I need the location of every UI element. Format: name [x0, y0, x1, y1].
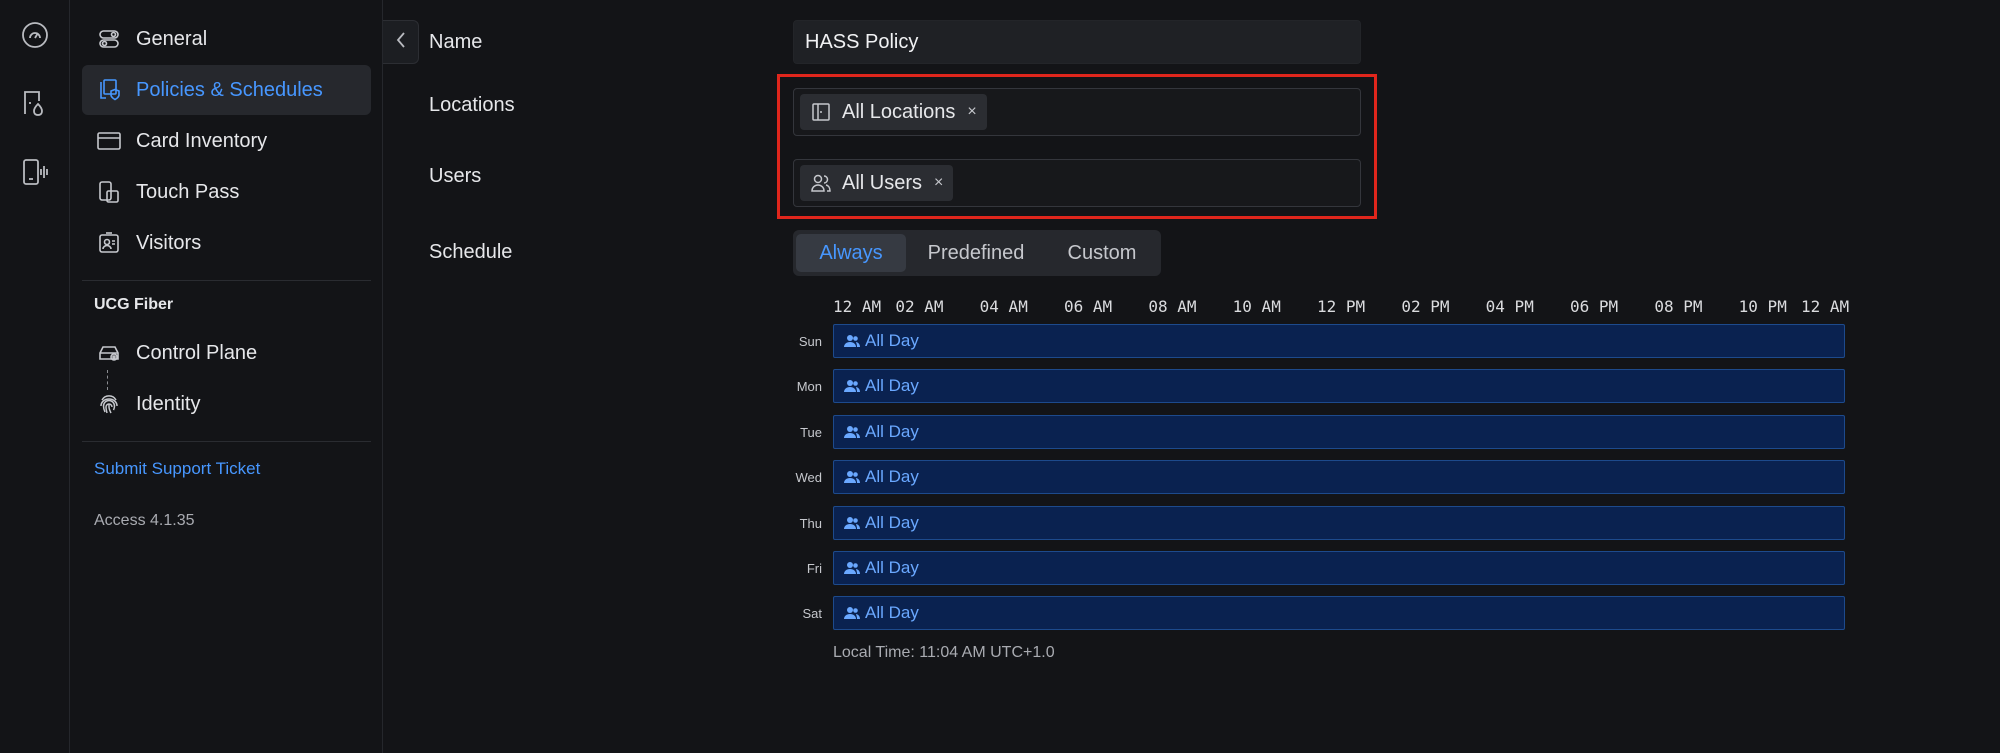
sidebar-item-visitors[interactable]: Visitors: [82, 218, 371, 268]
app-version: Access 4.1.35: [94, 512, 195, 529]
door-icon: [810, 101, 832, 123]
app-rail: [0, 0, 70, 753]
sidebar-item-general[interactable]: General: [82, 14, 371, 64]
schedule-bar-label: All Day: [865, 376, 919, 396]
schedule-bar-label: All Day: [865, 603, 919, 623]
sidebar-item-label: Identity: [136, 392, 201, 415]
users-icon: [810, 172, 832, 194]
remove-location-icon[interactable]: ×: [967, 103, 976, 121]
location-chip-label: All Locations: [842, 100, 956, 123]
schedule-bar-label: All Day: [865, 512, 919, 532]
sidebar-item-label: Card Inventory: [136, 129, 268, 152]
time-tick-label: 12 PM: [1317, 297, 1366, 316]
sidebar-item-label: Visitors: [136, 231, 202, 254]
router-icon: [96, 340, 122, 366]
phone-card-icon: [96, 179, 122, 205]
schedule-bar-wed[interactable]: All Day: [833, 460, 1845, 495]
sidebar-item-label: Touch Pass: [136, 180, 240, 203]
sidebar-item-identity[interactable]: Identity: [82, 379, 371, 429]
card-icon: [96, 128, 122, 154]
sidebar: General Policies & Schedules Card Invent…: [70, 0, 383, 753]
users-icon: [844, 469, 860, 485]
day-label: Wed: [795, 470, 823, 486]
day-label: Mon: [796, 379, 822, 395]
collapse-sidebar-button[interactable]: [383, 20, 419, 64]
time-tick-label: 08 PM: [1654, 297, 1703, 316]
users-icon: [844, 333, 860, 349]
schedule-bar-label: All Day: [865, 331, 919, 350]
intercom-icon[interactable]: [19, 156, 51, 188]
time-tick-label: 10 PM: [1738, 297, 1787, 316]
fingerprint-icon: [96, 391, 122, 417]
sidebar-item-control-plane[interactable]: Control Plane: [82, 328, 371, 378]
day-label: Fri: [806, 561, 822, 576]
users-field[interactable]: All Users ×: [793, 159, 1361, 207]
time-tick-label: 06 AM: [1064, 297, 1113, 316]
schedule-bar-thu[interactable]: All Day: [833, 505, 1845, 540]
users-icon: [844, 424, 860, 440]
sidebar-item-label: General: [136, 27, 208, 50]
schedule-bar-label: All Day: [865, 558, 919, 577]
users-label: Users: [429, 165, 482, 187]
schedule-type-selector: Always Predefined Custom: [793, 230, 1161, 276]
tab-custom[interactable]: Custom: [1046, 234, 1158, 272]
day-label: Sun: [798, 334, 822, 349]
schedule-bar-label: All Day: [865, 467, 919, 487]
locations-field[interactable]: All Locations ×: [793, 88, 1361, 136]
time-tick-label: 12 AM: [833, 297, 882, 316]
visitor-icon: [96, 230, 122, 256]
schedule-label: Schedule: [429, 241, 513, 263]
users-icon: [844, 378, 860, 394]
sidebar-item-policies-schedules[interactable]: Policies & Schedules: [82, 65, 371, 115]
divider: [82, 441, 371, 442]
schedule-bar-fri[interactable]: All Day: [833, 551, 1845, 585]
toggles-icon: [96, 26, 122, 52]
users-icon: [844, 515, 860, 531]
tab-always[interactable]: Always: [796, 234, 906, 272]
locations-label: Locations: [429, 94, 515, 116]
users-icon: [844, 560, 860, 576]
sidebar-item-label: Policies & Schedules: [136, 78, 323, 101]
day-label: Tue: [800, 424, 822, 440]
time-tick-label: 12 AM: [1801, 297, 1850, 316]
schedule-bar-mon[interactable]: All Day: [833, 369, 1845, 404]
local-time: Local Time: 11:04 AM UTC+1.0: [833, 644, 1055, 661]
time-tick-label: 04 PM: [1485, 297, 1534, 316]
section-title: UCG Fiber: [94, 296, 174, 313]
policy-icon: [96, 77, 122, 103]
user-chip-label: All Users: [842, 171, 923, 194]
submit-support-ticket-link[interactable]: Submit Support Ticket: [94, 459, 260, 479]
remove-user-icon[interactable]: ×: [934, 174, 943, 192]
schedule-bar-tue[interactable]: All Day: [833, 414, 1845, 449]
time-tick-label: 02 AM: [895, 297, 944, 316]
sidebar-item-label: Control Plane: [136, 341, 258, 364]
schedule-bar-sat[interactable]: All Day: [833, 596, 1845, 631]
time-tick-label: 06 PM: [1570, 297, 1619, 316]
sidebar-item-touch-pass[interactable]: Touch Pass: [82, 167, 371, 217]
divider: [82, 280, 371, 281]
schedule-bar-label: All Day: [865, 421, 919, 441]
schedule-bar-sun[interactable]: All Day: [833, 324, 1845, 358]
door-access-icon[interactable]: [19, 87, 51, 119]
user-chip: All Users ×: [800, 165, 954, 201]
day-label: Thu: [799, 515, 822, 531]
name-input[interactable]: HASS Policy: [793, 20, 1361, 64]
users-icon: [844, 605, 860, 621]
time-tick-label: 04 AM: [979, 297, 1028, 316]
chevron-left-icon: [395, 31, 407, 54]
time-tick-label: 08 AM: [1148, 297, 1197, 316]
day-label: Sat: [802, 606, 822, 622]
tab-predefined[interactable]: Predefined: [906, 234, 1046, 272]
sidebar-item-card-inventory[interactable]: Card Inventory: [82, 116, 371, 166]
time-tick-label: 10 AM: [1232, 297, 1281, 316]
time-tick-label: 02 PM: [1401, 297, 1450, 316]
location-chip: All Locations ×: [800, 94, 987, 130]
name-label: Name: [429, 31, 483, 53]
dashboard-icon[interactable]: [19, 19, 51, 51]
